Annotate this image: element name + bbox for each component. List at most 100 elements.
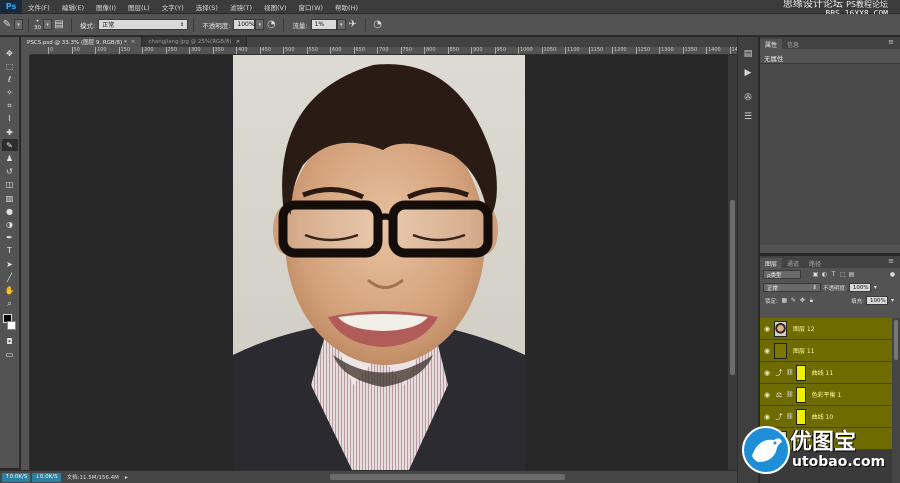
lock-all-icon[interactable]: 🔒︎ xyxy=(807,296,816,305)
fill-input[interactable]: 100% xyxy=(866,296,888,305)
menu-filter[interactable]: 滤镜(T) xyxy=(224,2,258,12)
brush-picker-dropdown[interactable]: ▾ xyxy=(43,19,52,30)
filter-smart-icon[interactable]: ▤ xyxy=(847,270,856,279)
brush-panel-icon[interactable]: ▤ xyxy=(52,18,66,32)
lock-pixels-icon[interactable]: ✎ xyxy=(789,296,798,305)
path-select-tool-icon[interactable]: ➤ xyxy=(2,258,18,270)
menu-window[interactable]: 窗口(W) xyxy=(293,2,330,12)
move-tool-icon[interactable]: ✥ xyxy=(2,47,18,59)
background-color-swatch[interactable] xyxy=(7,321,16,331)
stamp-tool-icon[interactable]: ♟ xyxy=(2,153,18,165)
filter-type-icon[interactable]: T xyxy=(829,270,838,279)
adjustment-sliders-icon[interactable]: ☰ xyxy=(740,110,756,124)
actions-play-icon[interactable]: ▶ xyxy=(740,66,756,80)
canvas-horizontal-scrollbar[interactable] xyxy=(330,474,565,480)
opacity-dropdown[interactable]: ▾ xyxy=(255,19,265,30)
flow-input[interactable]: 1% xyxy=(310,19,337,30)
menu-type[interactable]: 文字(Y) xyxy=(156,2,190,12)
filter-toggle-icon[interactable]: ● xyxy=(888,270,897,279)
close-icon[interactable]: × xyxy=(236,39,241,45)
type-tool-icon[interactable]: T xyxy=(2,245,18,257)
tab-layers[interactable]: 图层 xyxy=(760,258,783,268)
chevron-down-icon[interactable]: ▾ xyxy=(871,283,880,292)
menu-help[interactable]: 帮助(H) xyxy=(329,2,364,12)
history-brush-tool-icon[interactable]: ↺ xyxy=(2,166,18,178)
scroll-thumb[interactable] xyxy=(894,320,898,360)
ruler-tick-label: 1350 xyxy=(682,47,698,54)
scroll-thumb[interactable] xyxy=(730,200,735,375)
pressure-opacity-icon[interactable]: ◔ xyxy=(264,18,278,32)
dodge-tool-icon[interactable]: ◑ xyxy=(2,218,18,230)
tab-paths[interactable]: 路径 xyxy=(804,258,826,268)
layer-row[interactable]: ◉ 图层 11 xyxy=(760,340,892,362)
menu-view[interactable]: 视图(V) xyxy=(258,2,293,12)
menu-image[interactable]: 图像(I) xyxy=(90,2,122,12)
shape-tool-icon[interactable]: ╱ xyxy=(2,271,18,283)
pen-tool-icon[interactable]: ✒ xyxy=(2,232,18,244)
screen-mode-icon[interactable]: ▭ xyxy=(2,348,18,360)
close-icon[interactable]: × xyxy=(131,39,136,45)
document-image[interactable] xyxy=(233,55,525,472)
panel-menu-icon[interactable]: ≡ xyxy=(888,257,894,265)
doc-tab-changjiang[interactable]: changjiang.jpg @ 25%(RGB/8) × xyxy=(142,37,248,47)
document-size-info[interactable]: 文档:11.5M/156.4M xyxy=(67,473,119,481)
layer-row[interactable]: ◉ ⤴ ⛓︎ 曲线 11 xyxy=(760,362,892,384)
menu-edit[interactable]: 编辑(E) xyxy=(56,2,90,12)
blur-tool-icon[interactable]: ● xyxy=(2,205,18,217)
properties-panel: 属性 信息 ≡ 无属性 xyxy=(760,37,900,253)
history-panel-icon[interactable]: ▤ xyxy=(740,47,756,61)
eye-icon[interactable]: ◉ xyxy=(760,347,774,355)
chevron-down-icon[interactable]: ▾ xyxy=(888,296,897,305)
status-menu-arrow-icon[interactable]: ▸ xyxy=(125,474,128,481)
brush-settings-icon[interactable]: ✇ xyxy=(740,91,756,105)
layer-mask-thumbnail[interactable] xyxy=(795,386,806,403)
filter-shape-icon[interactable]: ⬚ xyxy=(838,270,847,279)
mode-label: 模式: xyxy=(80,21,96,30)
brush-size-picker[interactable]: • 30 xyxy=(34,18,41,31)
hand-tool-icon[interactable]: ✋ xyxy=(2,284,18,296)
canvas-vertical-scrollbar[interactable] xyxy=(728,55,737,472)
layer-mask-thumbnail[interactable] xyxy=(795,364,806,381)
tool-preset-dropdown[interactable]: ▾ xyxy=(14,19,23,30)
lasso-tool-icon[interactable]: ℓ xyxy=(2,73,18,85)
eye-icon[interactable]: ◉ xyxy=(760,369,774,377)
watermark-brand-name: 优图宝 xyxy=(790,430,857,455)
brush-tool-icon[interactable]: ✎ xyxy=(0,18,14,32)
layer-filter-type-select[interactable]: ρ类型 xyxy=(763,270,801,279)
eyedropper-tool-icon[interactable]: ⌇ xyxy=(2,113,18,125)
eye-icon[interactable]: ◉ xyxy=(760,325,774,333)
gradient-tool-icon[interactable]: ▥ xyxy=(2,192,18,204)
blend-mode-select[interactable]: 正常 ⇕ xyxy=(763,283,821,292)
layer-row[interactable]: ◉ 图层 12 xyxy=(760,318,892,340)
tab-info[interactable]: 信息 xyxy=(782,39,804,49)
marquee-tool-icon[interactable]: ⬚ xyxy=(2,60,18,72)
layer-row[interactable]: ◉ ⚖ ⛓︎ 色彩平衡 1 xyxy=(760,384,892,406)
opacity-input[interactable]: 100% xyxy=(233,19,256,30)
healing-tool-icon[interactable]: ✚ xyxy=(2,126,18,138)
eye-icon[interactable]: ◉ xyxy=(760,391,774,399)
menu-select[interactable]: 选择(S) xyxy=(190,2,224,12)
zoom-tool-icon[interactable]: ⌕ xyxy=(2,298,18,310)
doc-tab-pscs[interactable]: PSCS.psd @ 33.3% (图层 9, RGB/8) * × xyxy=(21,37,143,47)
lock-position-icon[interactable]: ✥ xyxy=(798,296,807,305)
filter-adjustment-icon[interactable]: ◐ xyxy=(820,270,829,279)
lock-transparency-icon[interactable]: ▦ xyxy=(780,296,789,305)
airbrush-icon[interactable]: ✈ xyxy=(346,18,360,32)
layer-opacity-input[interactable]: 100% xyxy=(848,283,871,292)
brush-tool-icon[interactable]: ✎ xyxy=(1,139,18,152)
quick-select-tool-icon[interactable]: ✧ xyxy=(2,87,18,99)
status-bar: ↑ 0.0K/S ↓ 0.0K/S 文档:11.5M/156.4M ▸ xyxy=(0,470,737,483)
tab-channels[interactable]: 通道 xyxy=(782,258,804,268)
filter-pixel-icon[interactable]: ▣ xyxy=(811,270,820,279)
mode-select[interactable]: 正常 ⇕ xyxy=(98,19,189,30)
pressure-size-icon[interactable]: ◔ xyxy=(371,18,385,32)
eraser-tool-icon[interactable]: ◫ xyxy=(2,179,18,191)
menu-layer[interactable]: 图层(L) xyxy=(122,2,156,12)
fill-label: 填充: xyxy=(851,298,864,305)
tab-properties[interactable]: 属性 xyxy=(760,39,783,49)
flow-dropdown[interactable]: ▾ xyxy=(336,19,346,30)
quick-mask-icon[interactable]: ◘ xyxy=(2,335,18,347)
menu-file[interactable]: 文件(F) xyxy=(22,2,56,12)
crop-tool-icon[interactable]: ⌗ xyxy=(2,100,18,112)
panel-menu-icon[interactable]: ≡ xyxy=(888,38,894,46)
